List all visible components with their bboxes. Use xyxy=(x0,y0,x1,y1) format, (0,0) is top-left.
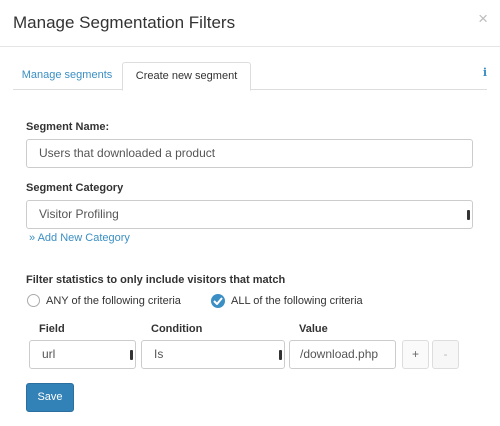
segment-name-input[interactable]: Users that downloaded a product xyxy=(26,139,473,168)
value-text: /download.php xyxy=(300,347,379,361)
match-all-label: ALL of the following criteria xyxy=(231,295,363,307)
add-new-category-link[interactable]: » Add New Category xyxy=(29,232,130,244)
match-any-label: ANY of the following criteria xyxy=(46,294,181,307)
condition-column-header: Condition xyxy=(151,323,203,335)
checkmark-icon xyxy=(211,294,225,308)
value-column-header: Value xyxy=(299,323,328,335)
field-select[interactable]: url xyxy=(29,340,136,369)
tab-create-new-segment[interactable]: Create new segment xyxy=(122,62,251,91)
segment-name-value: Users that downloaded a product xyxy=(39,146,216,160)
match-all-radio[interactable]: ALL of the following criteria xyxy=(211,294,363,308)
add-criteria-button[interactable]: + xyxy=(402,340,429,369)
segment-category-value: Visitor Profiling xyxy=(39,207,119,221)
info-icon[interactable]: i xyxy=(483,66,487,79)
select-arrow-icon xyxy=(130,350,133,360)
segment-category-select[interactable]: Visitor Profiling xyxy=(26,200,473,229)
tab-bar: Manage segments Create new segment xyxy=(13,62,487,91)
select-arrow-icon xyxy=(279,350,282,360)
condition-select[interactable]: Is xyxy=(141,340,285,369)
segment-name-label: Segment Name: xyxy=(26,121,110,133)
save-button[interactable]: Save xyxy=(26,383,74,412)
modal-header: Manage Segmentation Filters × xyxy=(0,0,500,47)
remove-criteria-button[interactable]: - xyxy=(432,340,459,369)
tab-manage-segments[interactable]: Manage segments xyxy=(13,62,121,90)
modal-title: Manage Segmentation Filters xyxy=(13,13,236,32)
condition-value: Is xyxy=(154,347,164,361)
filter-heading: Filter statistics to only include visito… xyxy=(26,274,286,286)
field-column-header: Field xyxy=(39,323,65,335)
segment-category-label: Segment Category xyxy=(26,182,124,194)
manage-segmentation-modal: Manage Segmentation Filters × Manage seg… xyxy=(0,0,500,426)
match-any-radio[interactable]: ANY of the following criteria xyxy=(27,294,181,307)
radio-unchecked-icon xyxy=(27,294,40,307)
close-icon[interactable]: × xyxy=(478,9,488,29)
select-arrow-icon xyxy=(467,210,470,220)
value-input[interactable]: /download.php xyxy=(289,340,396,369)
field-value: url xyxy=(42,347,56,361)
